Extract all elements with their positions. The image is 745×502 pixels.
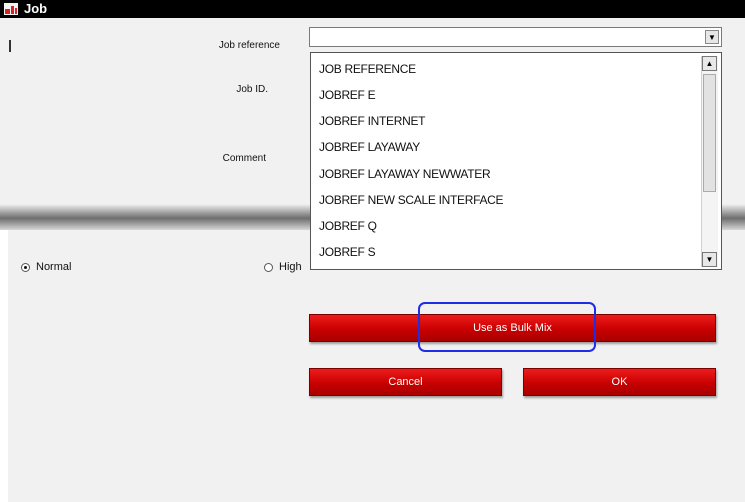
dropdown-item[interactable]: JOBREF INTERNET <box>319 114 425 128</box>
panel-edge-mark <box>9 40 11 52</box>
dropdown-item[interactable]: JOBREF S <box>319 245 376 259</box>
chevron-down-icon: ▼ <box>705 255 714 264</box>
app-icon <box>4 3 18 15</box>
job-reference-dropdown-list[interactable]: JOB REFERENCE JOBREF E JOBREF INTERNET J… <box>310 52 722 270</box>
dropdown-item[interactable]: JOBREF Q <box>319 219 377 233</box>
chevron-down-icon: ▼ <box>708 32 716 42</box>
combo-dropdown-button[interactable]: ▼ <box>705 30 719 44</box>
radio-high[interactable]: High <box>264 261 302 273</box>
chevron-up-icon: ▲ <box>705 59 714 68</box>
radio-normal-label: Normal <box>36 261 72 273</box>
window-title: Job <box>24 1 48 16</box>
options-panel <box>8 230 745 502</box>
dropdown-scrollbar[interactable]: ▲ ▼ <box>701 56 718 267</box>
scroll-up-button[interactable]: ▲ <box>702 56 717 71</box>
dropdown-item[interactable]: JOBREF LAYAWAY NEWWATER <box>319 167 491 181</box>
title-bar: Job <box>0 0 745 18</box>
dropdown-item[interactable]: JOBREF NEW SCALE INTERFACE <box>319 193 504 207</box>
comment-label: Comment <box>222 153 266 164</box>
dropdown-item[interactable]: JOBREF E <box>319 88 376 102</box>
dropdown-item[interactable]: JOB REFERENCE <box>319 62 416 76</box>
dropdown-item[interactable]: JOBREF LAYAWAY <box>319 140 420 154</box>
job-id-label: Job ID. <box>236 84 268 95</box>
cancel-button[interactable]: Cancel <box>309 368 502 396</box>
scrollbar-thumb[interactable] <box>703 74 716 192</box>
radio-normal[interactable]: Normal <box>21 261 71 273</box>
radio-checked-icon <box>21 262 30 272</box>
ok-button[interactable]: OK <box>523 368 716 396</box>
radio-unchecked-icon <box>264 262 273 272</box>
scroll-down-button[interactable]: ▼ <box>702 252 717 267</box>
radio-high-label: High <box>279 261 302 273</box>
job-reference-combobox[interactable]: ▼ <box>309 27 722 47</box>
job-reference-label: Job reference <box>218 40 280 51</box>
highlight-box <box>418 302 596 352</box>
